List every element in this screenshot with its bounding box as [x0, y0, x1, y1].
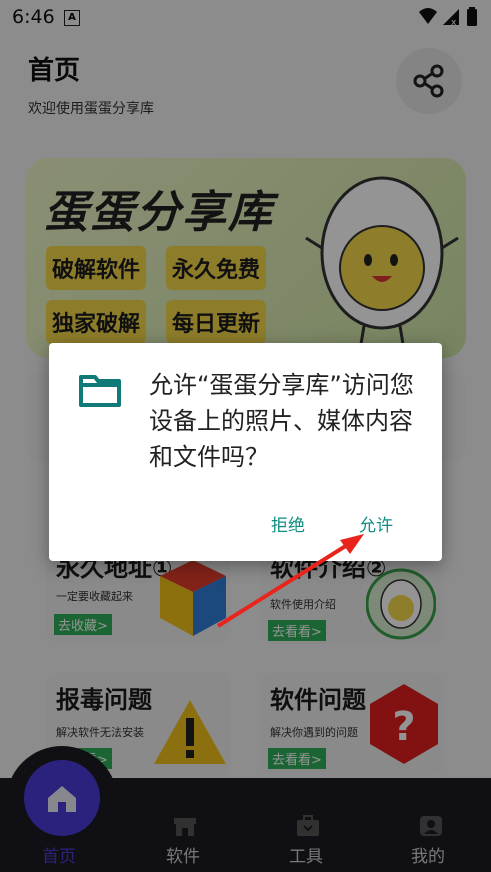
- deny-button[interactable]: 拒绝: [271, 511, 305, 536]
- folder-icon: [79, 375, 121, 407]
- permission-dialog: 允许“蛋蛋分享库”访问您设备上的照片、媒体内容和文件吗？ 拒绝 允许: [49, 343, 442, 561]
- allow-button[interactable]: 允许: [359, 511, 393, 536]
- dialog-message: 允许“蛋蛋分享库”访问您设备上的照片、媒体内容和文件吗？: [149, 371, 414, 471]
